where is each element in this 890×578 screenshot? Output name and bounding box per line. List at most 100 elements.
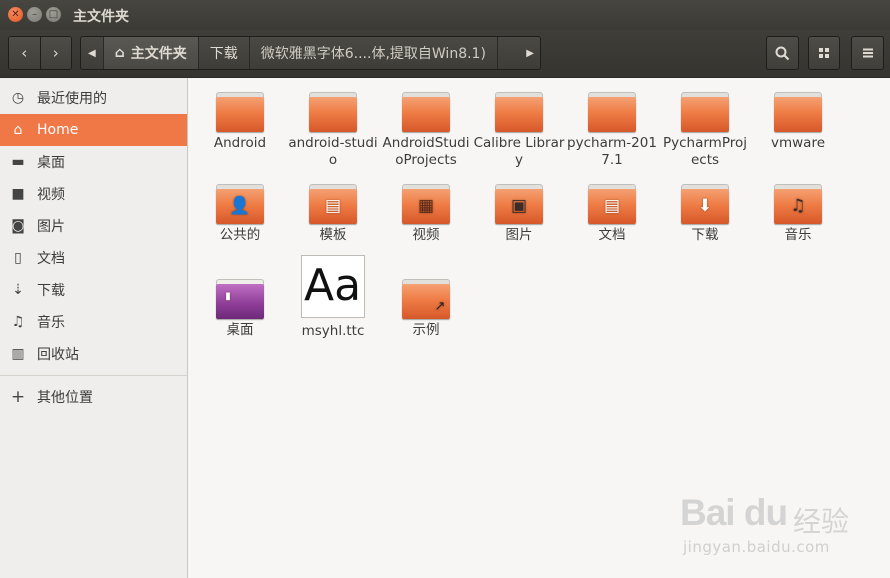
file-item[interactable]: ▤ 文档	[566, 184, 658, 244]
path-segment-label: 主文件夹	[130, 46, 187, 62]
search-button[interactable]	[766, 36, 799, 70]
path-segment-font-folder[interactable]: 微软雅黑字体6....体,提取自Win8.1)	[250, 37, 498, 69]
sidebar-item-downloads[interactable]: ⇣ 下载	[0, 274, 187, 306]
clock-icon: ◷	[11, 90, 25, 106]
forward-button[interactable]: ›	[39, 37, 71, 69]
file-name: 公共的	[219, 227, 261, 243]
folder-icon	[774, 92, 822, 132]
trash-icon: ▥	[11, 346, 25, 362]
sidebar-item-trash[interactable]: ▥ 回收站	[0, 338, 187, 370]
file-name: 模板	[319, 227, 347, 243]
file-item[interactable]: ▮ 桌面	[194, 279, 286, 339]
link-arrow-icon: ↗	[434, 299, 446, 314]
grid-view-icon	[819, 48, 829, 58]
file-name: 文档	[598, 227, 626, 243]
search-icon	[775, 46, 790, 60]
download-icon: ⇣	[12, 282, 24, 298]
sidebar-item-documents[interactable]: ▯ 文档	[0, 242, 187, 274]
music-note-icon: ♫	[790, 196, 806, 216]
minimize-window-button[interactable]: –	[27, 7, 42, 22]
sidebar-item-label: 文档	[37, 251, 65, 267]
document-icon: ▯	[14, 250, 22, 266]
sidebar-item-label: 下载	[37, 283, 65, 299]
folder-icon	[681, 92, 729, 132]
app-menu-button[interactable]	[851, 36, 884, 70]
file-item[interactable]: ▦ 视频	[380, 184, 472, 244]
file-item[interactable]: ⬇ 下载	[659, 184, 751, 244]
file-item[interactable]: ▣ 图片	[473, 184, 565, 244]
path-scroll-right-button[interactable]: ▶	[520, 37, 540, 69]
path-segment-label: 下载	[209, 46, 238, 62]
back-button[interactable]: ‹	[9, 37, 40, 69]
path-segment-home[interactable]: ⌂ 主文件夹	[103, 37, 199, 69]
folder-icon	[216, 92, 264, 132]
file-name: pycharm-2017.1	[567, 135, 657, 168]
sidebar-item-label: 回收站	[37, 347, 79, 363]
sidebar-item-desktop[interactable]: ▬ 桌面	[0, 146, 187, 178]
sidebar-item-label: 最近使用的	[37, 91, 107, 107]
history-nav: ‹ ›	[8, 36, 72, 70]
sidebar-item-label: 图片	[37, 219, 65, 235]
path-bar: ◀ ⌂ 主文件夹 下载 微软雅黑字体6....体,提取自Win8.1) ▶	[80, 36, 541, 70]
file-name: 音乐	[784, 227, 812, 243]
file-name: 图片	[505, 227, 533, 243]
sidebar-item-recent[interactable]: ◷ 最近使用的	[0, 82, 187, 114]
file-name: vmware	[770, 135, 825, 151]
watermark-logo: Bai du	[680, 492, 788, 533]
chevron-left-icon: ‹	[21, 44, 28, 62]
film-icon: ▦	[417, 196, 435, 216]
desktop-icon: ▮	[216, 279, 264, 319]
video-icon: ■	[11, 186, 25, 202]
download-arrow-icon: ⬇	[697, 196, 713, 216]
sidebar-item-videos[interactable]: ■ 视频	[0, 178, 187, 210]
close-window-button[interactable]: ✕	[8, 7, 23, 22]
file-name: 示例	[412, 322, 440, 338]
file-item[interactable]: Calibre Library	[473, 92, 565, 169]
home-icon: ⌂	[13, 122, 23, 138]
hamburger-menu-icon	[862, 48, 873, 58]
sidebar-item-label: 音乐	[37, 315, 65, 331]
places-sidebar: ◷ 最近使用的 ⌂ Home ▬ 桌面 ■ 视频 ◙ 图片 ▯ 文档 ⇣ 下载 …	[0, 78, 188, 578]
file-item[interactable]: AndroidStudioProjects	[380, 92, 472, 169]
sidebar-item-label: 桌面	[37, 155, 65, 171]
file-item[interactable]: PycharmProjects	[659, 92, 751, 169]
file-name: PycharmProjects	[662, 135, 747, 168]
file-item[interactable]: ↗ 示例	[380, 279, 472, 339]
window-title: 主文件夹	[73, 9, 129, 25]
path-scroll-left-button[interactable]: ◀	[81, 37, 104, 69]
sidebar-item-other-locations[interactable]: + 其他位置	[0, 381, 187, 413]
home-icon: ⌂	[114, 45, 125, 61]
watermark-url: jingyan.baidu.com	[683, 538, 830, 556]
file-item[interactable]: 👤 公共的	[194, 184, 286, 244]
folder-icon: ▬	[11, 154, 25, 170]
sidebar-item-home[interactable]: ⌂ Home	[0, 114, 187, 146]
sidebar-item-pictures[interactable]: ◙ 图片	[0, 210, 187, 242]
file-name: 下载	[691, 227, 719, 243]
file-item[interactable]: Aa msyhl.ttc	[287, 255, 379, 340]
template-icon: ▤	[324, 196, 342, 216]
file-item[interactable]: android-studio	[287, 92, 379, 169]
sidebar-item-music[interactable]: ♫ 音乐	[0, 306, 187, 338]
font-file-icon: Aa	[301, 255, 365, 318]
path-segment-downloads[interactable]: 下载	[199, 37, 250, 69]
sidebar-item-label: 其他位置	[37, 390, 93, 406]
file-item[interactable]: pycharm-2017.1	[566, 92, 658, 169]
path-segment-label: 微软雅黑字体6....体,提取自Win8.1)	[260, 46, 486, 62]
file-item[interactable]: ♫ 音乐	[752, 184, 844, 244]
maximize-window-button[interactable]: □	[46, 7, 61, 22]
folder-icon	[309, 92, 357, 132]
file-name: 桌面	[226, 322, 254, 338]
folder-icon: ▣	[495, 184, 543, 224]
file-name: 视频	[412, 227, 440, 243]
music-icon: ♫	[11, 314, 25, 330]
file-name: android-studio	[288, 135, 378, 168]
sidebar-item-label: 视频	[37, 187, 65, 203]
folder-icon	[495, 92, 543, 132]
file-item[interactable]: vmware	[752, 92, 844, 152]
view-toggle-button[interactable]	[808, 36, 840, 70]
file-name: Calibre Library	[473, 135, 565, 168]
folder-icon: ▦	[402, 184, 450, 224]
plus-icon: +	[10, 387, 26, 407]
file-item[interactable]: Android	[194, 92, 286, 152]
file-item[interactable]: ▤ 模板	[287, 184, 379, 244]
